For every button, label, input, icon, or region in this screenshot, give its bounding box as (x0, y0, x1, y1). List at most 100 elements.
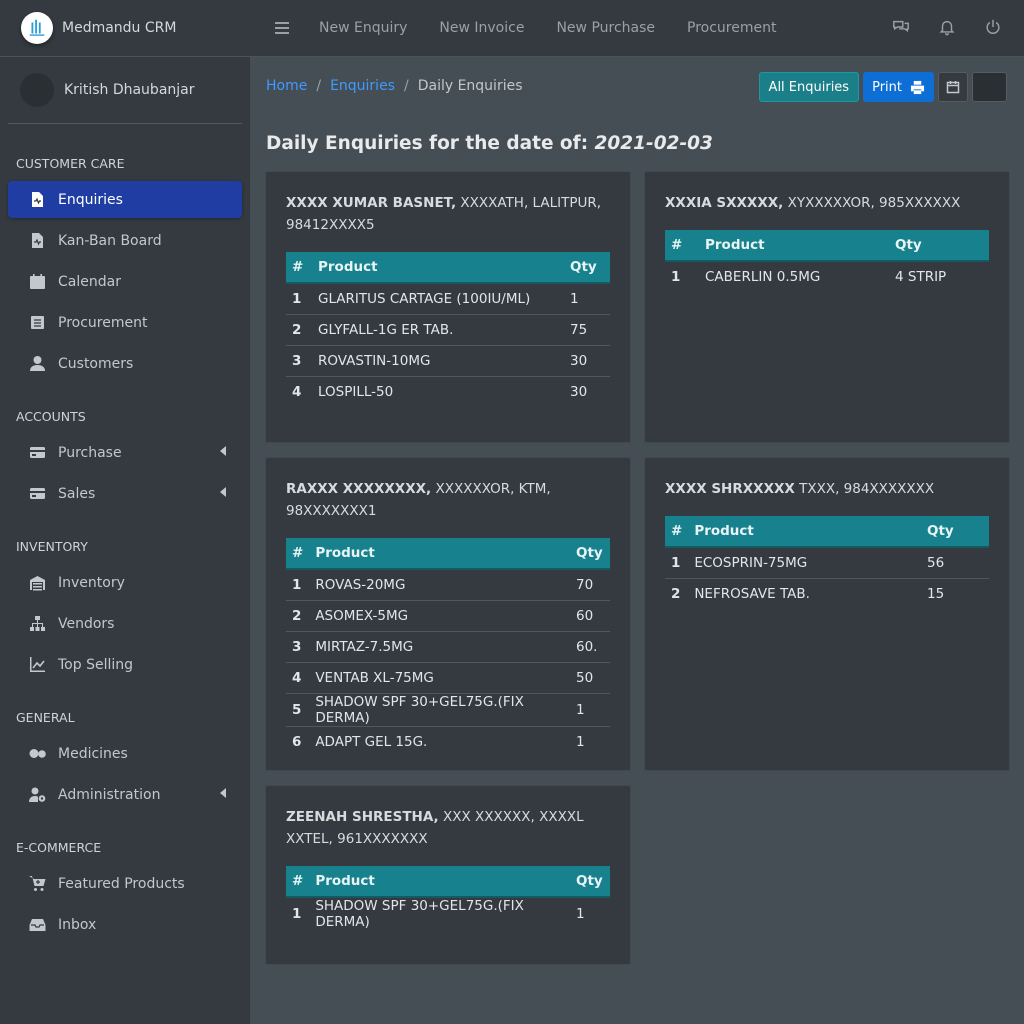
sidebar-item-kan-ban-board[interactable]: Kan-Ban Board (8, 222, 242, 259)
customer-info: ZEENAH SHRESTHA, XXX XXXXXX, XXXXL XXTEL… (286, 806, 610, 850)
date-input[interactable] (972, 72, 1007, 102)
col-product: Product (309, 538, 570, 570)
inbox-icon (26, 916, 48, 934)
list-icon (26, 314, 48, 332)
print-button[interactable]: Print (863, 72, 934, 102)
enquiry-card: XXXX SHRXXXXX TXXX, 984XXXXXXX # Product… (645, 458, 1009, 770)
row-index: 4 (286, 375, 312, 407)
cart-plus-icon (26, 875, 48, 893)
nav-header: E-COMMERCE (16, 840, 102, 855)
row-index: 2 (665, 577, 689, 609)
user-name[interactable]: Kritish Dhaubanjar (64, 82, 195, 98)
customer-details: TXXX, 984XXXXXXX (799, 481, 935, 497)
table-row: 1 CABERLIN 0.5MG 4 STRIP (665, 261, 989, 292)
page-title-prefix: Daily Enquiries for the date of: (266, 133, 589, 154)
page-title: Daily Enquiries for the date of: 2021-02… (266, 133, 713, 154)
new-enquiry-link[interactable]: New Enquiry (319, 20, 407, 36)
sidebar-item-medicines[interactable]: Medicines (8, 735, 242, 772)
product-name: SHADOW SPF 30+GEL75G.(FIX DERMA) (309, 692, 570, 726)
credit-card-icon (26, 485, 48, 503)
date-picker-button[interactable] (938, 72, 968, 102)
breadcrumb-enquiries[interactable]: Enquiries (330, 78, 395, 94)
product-qty: 60. (570, 630, 610, 662)
avatar[interactable] (20, 73, 54, 107)
brand-name: Medmandu CRM (62, 20, 177, 36)
breadcrumb: Home / Enquiries / Daily Enquiries (266, 78, 523, 94)
sidebar-item-sales[interactable]: Sales (8, 475, 242, 512)
breadcrumb-home[interactable]: Home (266, 78, 307, 94)
sidebar-nav: CUSTOMER CARE Enquiries Kan-Ban Board Ca… (0, 124, 250, 943)
table-row: 2 ASOMEX-5MG 60 (286, 599, 610, 631)
sidebar-item-featured-products[interactable]: Featured Products (8, 865, 242, 902)
enquiry-card: RAXXX XXXXXXXX, XXXXXXOR, KTM, 98XXXXXXX… (266, 458, 630, 770)
product-qty: 1 (570, 725, 610, 757)
table-row: 3 MIRTAZ-7.5MG 60. (286, 630, 610, 662)
product-qty: 30 (564, 375, 610, 407)
page-title-date: 2021-02-03 (594, 133, 713, 154)
sidebar-item-label: Procurement (58, 314, 148, 331)
brand-link[interactable]: Medmandu CRM (0, 0, 250, 57)
sidebar-item-enquiries[interactable]: Enquiries (8, 181, 242, 218)
menu-toggle-icon[interactable] (275, 19, 289, 37)
new-invoice-link[interactable]: New Invoice (439, 20, 524, 36)
customer-name: RAXXX XXXXXXXX, (286, 481, 432, 497)
sidebar-item-top-selling[interactable]: Top Selling (8, 646, 242, 683)
sidebar-item-label: Inventory (58, 574, 125, 591)
product-name: ADAPT GEL 15G. (309, 725, 570, 757)
nav-header: GENERAL (16, 710, 75, 725)
product-name: ASOMEX-5MG (309, 599, 570, 631)
print-label: Print (872, 79, 902, 95)
product-qty: 60 (570, 599, 610, 631)
enquiry-card: XXXIA SXXXXX, XYXXXXXOR, 985XXXXXX # Pro… (645, 172, 1009, 442)
product-qty: 75 (564, 313, 610, 345)
medmandu-logo (21, 12, 53, 44)
user-panel[interactable]: Kritish Dhaubanjar (8, 57, 242, 124)
sidebar-item-customers[interactable]: Customers (8, 345, 242, 382)
row-index: 1 (671, 269, 681, 285)
top-navbar: New Enquiry New Invoice New Purchase Pro… (250, 0, 1024, 57)
main-content: Home / Enquiries / Daily Enquiries All E… (250, 57, 1024, 1024)
power-icon[interactable] (984, 18, 1002, 36)
sitemap-icon (26, 615, 48, 633)
breadcrumb-separator: / (403, 78, 409, 94)
col-index: # (665, 516, 689, 548)
sidebar-item-vendors[interactable]: Vendors (8, 605, 242, 642)
row-index: 1 (292, 290, 302, 307)
row-index: 3 (286, 344, 312, 376)
product-name: SHADOW SPF 30+GEL75G.(FIX DERMA) (315, 898, 524, 930)
row-index: 6 (286, 725, 310, 757)
row-index: 5 (286, 692, 310, 726)
nav-header: INVENTORY (16, 539, 88, 554)
row-index: 1 (292, 576, 302, 593)
bell-icon[interactable] (938, 18, 956, 36)
table-row: 4 LOSPILL-50 30 (286, 375, 610, 407)
sidebar-item-calendar[interactable]: Calendar (8, 263, 242, 300)
table-row: 1 ROVAS-20MG 70 (286, 569, 610, 600)
users-cog-icon (26, 786, 48, 804)
product-name: GLYFALL-1G ER TAB. (312, 313, 564, 345)
col-index: # (286, 866, 310, 898)
new-purchase-link[interactable]: New Purchase (556, 20, 655, 36)
table-row: 1 SHADOW SPF 30+GEL75G.(FIX DERMA) 1 (286, 897, 610, 930)
customer-info: XXXX SHRXXXXX TXXX, 984XXXXXXX (665, 478, 989, 500)
sidebar-item-purchase[interactable]: Purchase (8, 434, 242, 471)
nav-header: ACCOUNTS (16, 409, 86, 424)
sidebar-item-label: Vendors (58, 615, 115, 632)
col-product: Product (312, 252, 564, 284)
all-enquiries-button[interactable]: All Enquiries (758, 72, 860, 102)
sidebar-item-administration[interactable]: Administration (8, 776, 242, 813)
comments-icon[interactable] (892, 18, 910, 36)
calendar-icon (946, 81, 960, 94)
sidebar-item-procurement[interactable]: Procurement (8, 304, 242, 341)
enquiry-table: # Product Qty 1 SHADOW SPF 30+GEL75G.(FI… (286, 866, 610, 930)
warehouse-icon (26, 574, 48, 592)
product-qty: 4 STRIP (895, 269, 947, 285)
col-qty: Qty (570, 538, 610, 570)
sidebar-item-label: Featured Products (58, 875, 185, 892)
sidebar-item-inventory[interactable]: Inventory (8, 564, 242, 601)
procurement-link[interactable]: Procurement (687, 20, 776, 36)
product-qty: 30 (564, 344, 610, 376)
sidebar-item-inbox[interactable]: Inbox (8, 906, 242, 943)
customer-details: XYXXXXXOR, 985XXXXXX (787, 195, 961, 211)
sidebar-item-label: Customers (58, 355, 134, 372)
